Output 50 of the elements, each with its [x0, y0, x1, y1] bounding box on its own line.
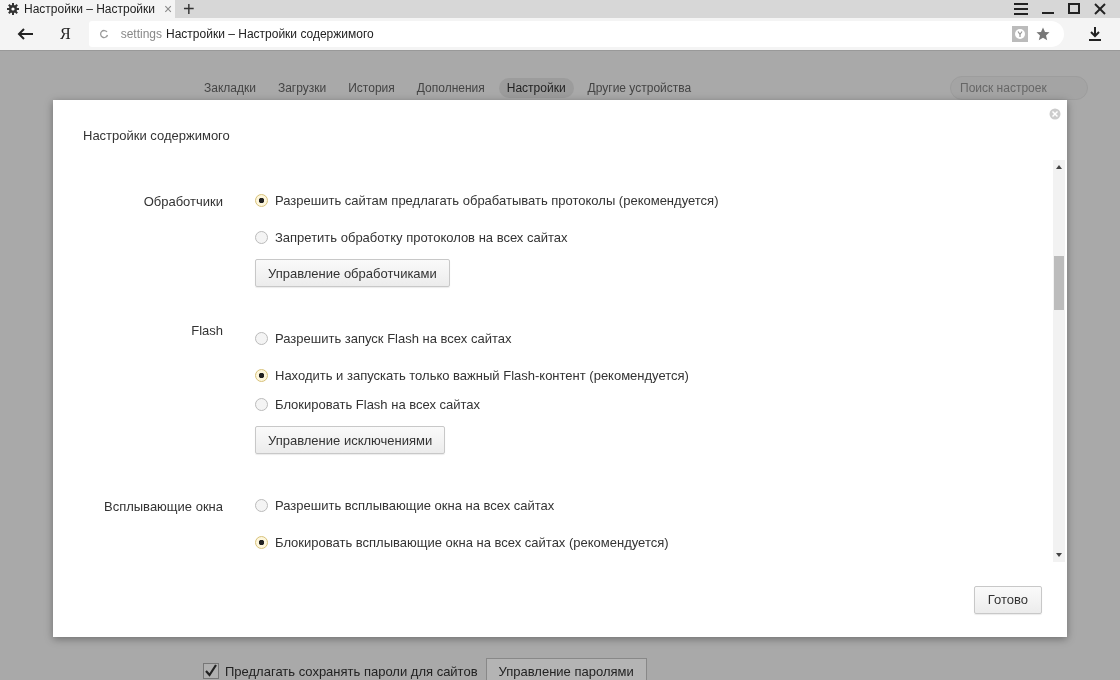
back-arrow-icon[interactable] — [17, 28, 33, 40]
section-label: Flash — [190, 324, 223, 340]
manage-passwords-button[interactable]: Управление паролями — [485, 658, 647, 680]
scroll-down-icon[interactable] — [1056, 553, 1062, 557]
option-label: Разрешить сайтам предлагать обрабатывать протоколы (рекомендуется) — [275, 193, 719, 208]
checkbox[interactable] — [203, 663, 219, 679]
address-field[interactable]: settings Настройки – Настройки содержимого — [88, 21, 1064, 47]
section-label: Обработчики — [142, 195, 223, 211]
scrollbar[interactable] — [1053, 160, 1065, 562]
new-tab-button[interactable]: + — [183, 0, 195, 18]
radio-button[interactable] — [255, 499, 268, 512]
maximize-icon[interactable] — [1068, 3, 1080, 15]
address-text: Настройки – Настройки содержимого — [166, 27, 374, 41]
radio-button[interactable] — [255, 332, 268, 345]
done-button[interactable]: Готово — [973, 585, 1042, 614]
radio-button[interactable] — [255, 369, 268, 382]
radio-button[interactable] — [255, 194, 268, 207]
option-label: Блокировать Flash на всех сайтах — [275, 397, 481, 412]
nav-tab[interactable]: История — [340, 78, 403, 98]
dialog-title: Настройки содержимого — [83, 128, 230, 143]
menu-icon[interactable] — [1014, 3, 1028, 15]
option-label: Разрешить запуск Flash на всех сайтах — [275, 331, 512, 346]
manage-button[interactable]: Управление исключениями — [255, 426, 446, 454]
nav-tab[interactable]: Дополнения — [408, 78, 493, 98]
option-label: Разрешить всплывающие окна на всех сайтах — [275, 498, 555, 513]
nav-tab[interactable]: Загрузки — [269, 78, 335, 98]
option-label: Блокировать всплывающие окна на всех сайтах (рекомендуется) — [275, 535, 669, 550]
address-prefix: settings — [120, 27, 163, 41]
browser-logo[interactable]: Я — [60, 25, 71, 43]
manage-button[interactable]: Управление обработчиками — [255, 259, 450, 287]
tab-title: Настройки – Настройки — [24, 2, 156, 16]
scroll-thumb[interactable] — [1054, 256, 1064, 310]
option-label: Находить и запускать только важный Flash-контент (рекомендуется) — [275, 368, 689, 383]
nav-tab[interactable]: Настройки — [498, 78, 574, 98]
radio-button[interactable] — [255, 398, 268, 411]
section-label: Всплывающие окна — [103, 500, 223, 516]
close-icon[interactable] — [1094, 3, 1106, 15]
gear-icon — [7, 3, 19, 15]
reload-icon[interactable] — [98, 29, 109, 39]
radio-button[interactable] — [255, 536, 268, 549]
scroll-up-icon[interactable] — [1056, 165, 1062, 169]
checkbox-label: Предлагать сохранять пароли для сайтов — [225, 663, 478, 679]
download-icon[interactable] — [1088, 27, 1101, 41]
nav-tab[interactable]: Другие устройства — [579, 78, 700, 98]
browser-tab[interactable]: Настройки – Настройки × — [0, 0, 175, 18]
search-field[interactable]: Поиск настроек — [950, 76, 1088, 100]
option-label: Запретить обработку протоколов на всех сайтах — [275, 230, 568, 245]
nav-tab[interactable]: Закладки — [196, 78, 264, 98]
radio-button[interactable] — [255, 231, 268, 244]
star-icon[interactable] — [1035, 27, 1050, 41]
